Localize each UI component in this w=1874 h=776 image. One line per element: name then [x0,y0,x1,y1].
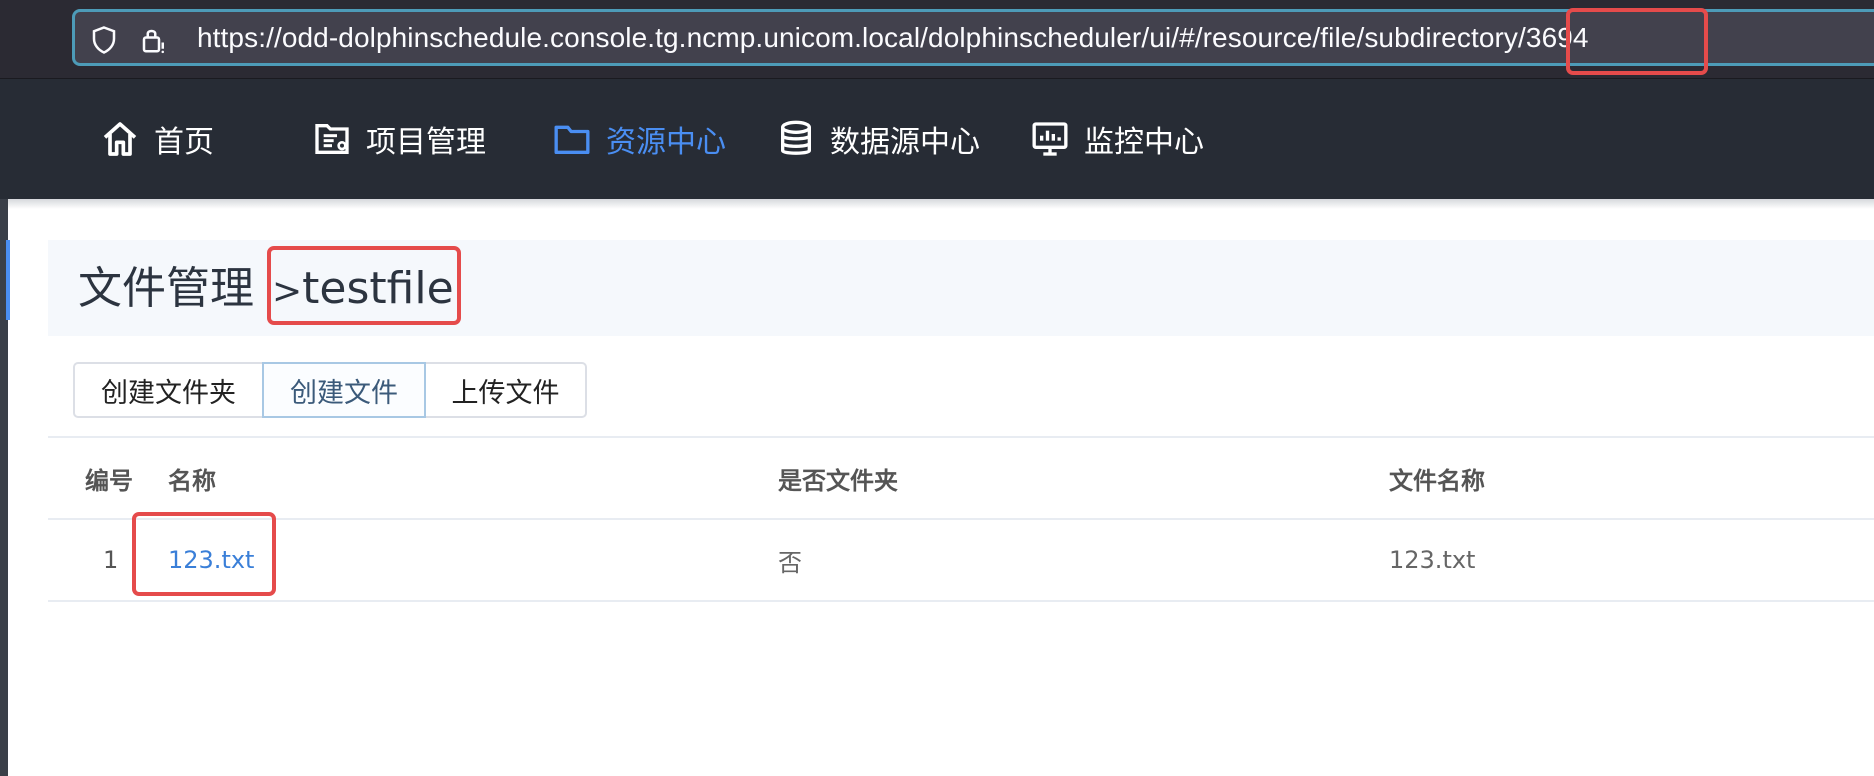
nav-item-home[interactable]: 首页 [100,79,214,199]
action-button-group: 创建文件夹 创建文件 上传文件 [73,362,587,418]
home-icon [103,122,137,156]
shield-icon[interactable] [89,25,119,55]
breadcrumb: 文件管理 >testfile [78,264,454,317]
nav-label-datasource: 数据源中心 [830,125,980,160]
cell-no: 1 [103,546,119,574]
lock-icon[interactable] [139,25,169,55]
create-folder-button[interactable]: 创建文件夹 [73,362,264,418]
breadcrumb-root[interactable]: 文件管理 [78,263,254,314]
database-icon [781,120,811,155]
nav-item-resource[interactable]: 资源中心 [552,79,726,199]
browser-toolbar: https://odd-dolphinschedule.console.tg.n… [0,0,1874,79]
nav-label-resource: 资源中心 [606,125,726,160]
cell-file-name: 123.txt [1389,546,1476,574]
file-name-link[interactable]: 123.txt [168,520,254,600]
create-file-button[interactable]: 创建文件 [262,362,426,418]
nav-shadow [8,199,1874,209]
top-navigation: 首页 项目管理 资源中心 数据源中心 监控中心 [0,79,1874,199]
folder-icon [554,125,590,154]
breadcrumb-current: testfile [302,263,454,314]
table-row: 1 123.txt 否 123.txt [48,518,1874,602]
header-no: 编号 [85,466,133,495]
nav-label-monitor: 监控中心 [1084,125,1204,160]
sidebar-active-indicator [6,240,10,320]
cell-is-folder: 否 [778,548,802,577]
page-header: 文件管理 >testfile [48,240,1874,336]
nav-item-datasource[interactable]: 数据源中心 [776,79,980,199]
header-name: 名称 [168,466,216,495]
address-bar[interactable]: https://odd-dolphinschedule.console.tg.n… [72,9,1874,66]
header-file-name: 文件名称 [1389,466,1485,495]
nav-label-project: 项目管理 [366,125,486,160]
url-text[interactable]: https://odd-dolphinschedule.console.tg.n… [197,20,1589,56]
upload-file-button[interactable]: 上传文件 [424,362,587,418]
nav-label-home: 首页 [154,125,214,160]
table-header-row: 编号 名称 是否文件夹 文件名称 [48,436,1874,518]
project-icon [315,124,349,154]
file-table: 编号 名称 是否文件夹 文件名称 1 123.txt 否 123.txt [48,436,1874,602]
header-is-folder: 是否文件夹 [778,466,898,495]
monitor-icon [1032,122,1068,156]
nav-item-project[interactable]: 项目管理 [312,79,486,199]
nav-item-monitor[interactable]: 监控中心 [1030,79,1204,199]
breadcrumb-separator: > [272,271,303,312]
